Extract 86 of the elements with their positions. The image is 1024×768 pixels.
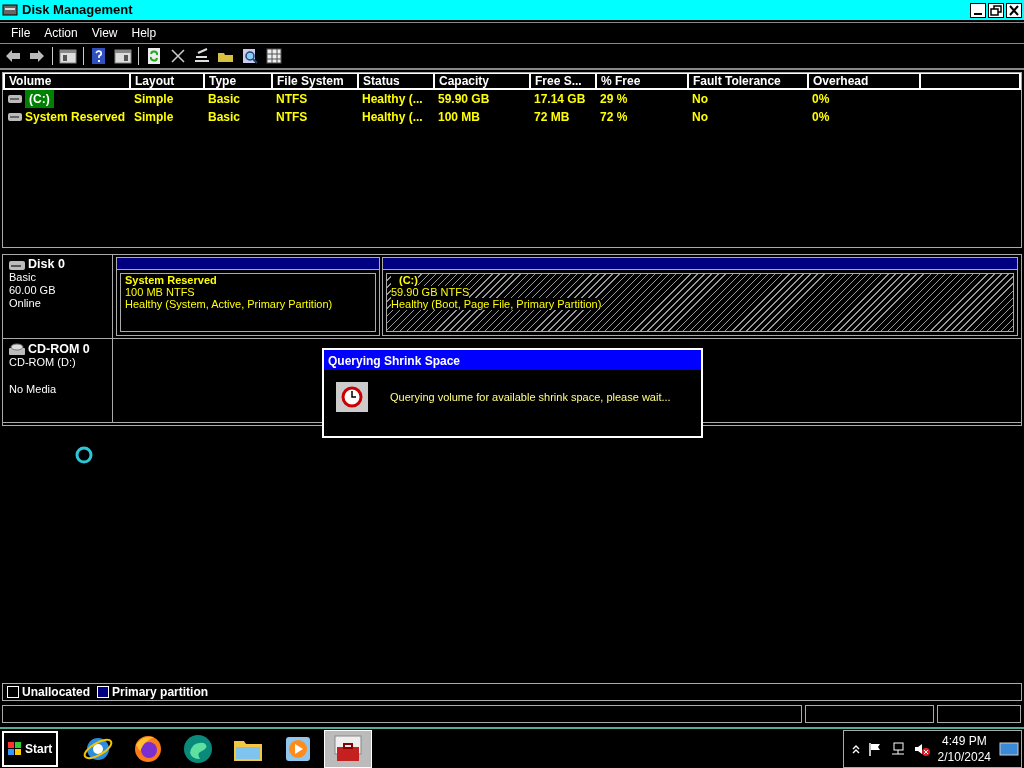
partition-status: Healthy (System, Active, Primary Partition): [125, 298, 333, 310]
partition-size: 59.90 GB NTFS: [391, 286, 470, 298]
table-cell: 0%: [808, 88, 920, 108]
restore-button[interactable]: [988, 2, 1004, 18]
column-header[interactable]: Fault Tolerance: [688, 73, 808, 89]
disk-info: No Media: [9, 383, 58, 396]
partition-status: Healthy (Boot, Page File, Primary Partition): [391, 298, 602, 310]
partition-block[interactable]: (C:) 59.90 GB NTFS Healthy (Boot, Page File, Primary Partition): [382, 257, 1018, 336]
flag-icon[interactable]: [867, 741, 882, 756]
legend-label: Primary partition: [112, 684, 209, 701]
column-header[interactable]: Layout: [130, 73, 204, 89]
magnifier-icon[interactable]: [241, 47, 259, 65]
table-cell: Simple: [130, 88, 204, 108]
disk-info: Online: [9, 297, 42, 310]
table-cell: 59.90 GB: [434, 88, 530, 108]
drive-icon: [8, 93, 22, 104]
column-header[interactable]: Free S...: [530, 73, 596, 89]
network-icon[interactable]: [889, 741, 906, 756]
start-button[interactable]: Start: [2, 730, 59, 767]
partition-name: System Reserved: [125, 274, 217, 286]
restore-icon: [989, 3, 1003, 17]
table-cell-text: 72 MB: [533, 108, 571, 126]
cd-drive-icon: [9, 342, 25, 356]
window-title: Disk Management: [22, 1, 133, 20]
dialog-title: Querying Shrink Space: [324, 350, 701, 370]
disk-drive-icon: [9, 258, 25, 271]
partition-block[interactable]: System Reserved 100 MB NTFS Healthy (System, Active, Primary Partition): [116, 257, 380, 336]
table-cell: 17.14 GB: [530, 88, 596, 108]
menu-item[interactable]: File: [4, 24, 38, 42]
table-cell: 29 %: [596, 88, 688, 108]
disk-info: Basic: [9, 271, 37, 284]
column-header[interactable]: File System: [272, 73, 358, 89]
drive-icon: [8, 111, 22, 122]
table-cell-text: 72 %: [599, 108, 629, 126]
properties-icon[interactable]: [193, 47, 211, 65]
column-header[interactable]: Volume: [4, 73, 130, 89]
table-cell-text: 100 MB: [437, 108, 482, 126]
windows-logo-icon: [8, 741, 22, 756]
refresh-icon[interactable]: [145, 47, 163, 65]
delete-icon[interactable]: [169, 47, 187, 65]
console-tree-icon[interactable]: [59, 47, 77, 65]
column-header[interactable]: % Free: [596, 73, 688, 89]
partition-name: (C:): [391, 274, 418, 286]
clock-icon: [336, 382, 368, 412]
column-header[interactable]: Overhead: [808, 73, 920, 89]
forward-arrow-icon[interactable]: [28, 47, 46, 65]
show-desktop-icon[interactable]: [999, 741, 1019, 756]
table-cell: No: [688, 88, 808, 108]
table-cell[interactable]: System Reserved: [25, 107, 126, 126]
column-header[interactable]: Type: [204, 73, 272, 89]
dialog-message: Querying volume for available shrink space, please wait...: [390, 389, 671, 405]
table-cell-text: Basic: [207, 108, 242, 126]
table-cell: Basic: [204, 88, 272, 108]
column-header[interactable]: Capacity: [434, 73, 530, 89]
disk-info: 60.00 GB: [9, 284, 57, 297]
legend-label: Unallocated: [22, 684, 90, 701]
loading-spinner-icon: [75, 446, 93, 464]
table-cell: Healthy (...: [358, 88, 434, 108]
table-cell-text: 0%: [811, 108, 831, 126]
taskbar-app-button[interactable]: [324, 729, 373, 768]
disk-name: CD-ROM 0: [28, 342, 90, 356]
close-icon: [1007, 3, 1021, 17]
minimize-button[interactable]: [970, 2, 986, 18]
close-button[interactable]: [1006, 2, 1022, 18]
menu-item[interactable]: Action: [37, 24, 85, 42]
table-cell-text: Healthy (...: [361, 108, 424, 126]
table-cell: NTFS: [272, 88, 358, 108]
clock-time[interactable]: 4:49 PM: [937, 732, 991, 749]
partition-size: 100 MB NTFS: [125, 286, 195, 298]
column-header[interactable]: Status: [358, 73, 434, 89]
speaker-muted-icon[interactable]: [913, 741, 930, 756]
grid-icon[interactable]: [265, 47, 283, 65]
minimize-icon: [974, 13, 982, 15]
help-icon[interactable]: [90, 47, 108, 65]
clock-date[interactable]: 2/10/2024: [937, 748, 991, 765]
disk-info: CD-ROM (D:): [9, 356, 77, 369]
swirl-icon: [182, 732, 215, 765]
disk-drive-icon: [2, 2, 18, 18]
table-cell-text: No: [691, 108, 709, 126]
menu-item[interactable]: View: [84, 24, 125, 42]
chevron-up-icon[interactable]: [851, 743, 860, 754]
action-pane-icon[interactable]: [114, 47, 132, 65]
table-cell-text: Simple: [133, 108, 175, 126]
disk-name: Disk 0: [28, 258, 65, 271]
menu-item[interactable]: Help: [124, 24, 164, 42]
table-cell-text: NTFS: [275, 108, 309, 126]
